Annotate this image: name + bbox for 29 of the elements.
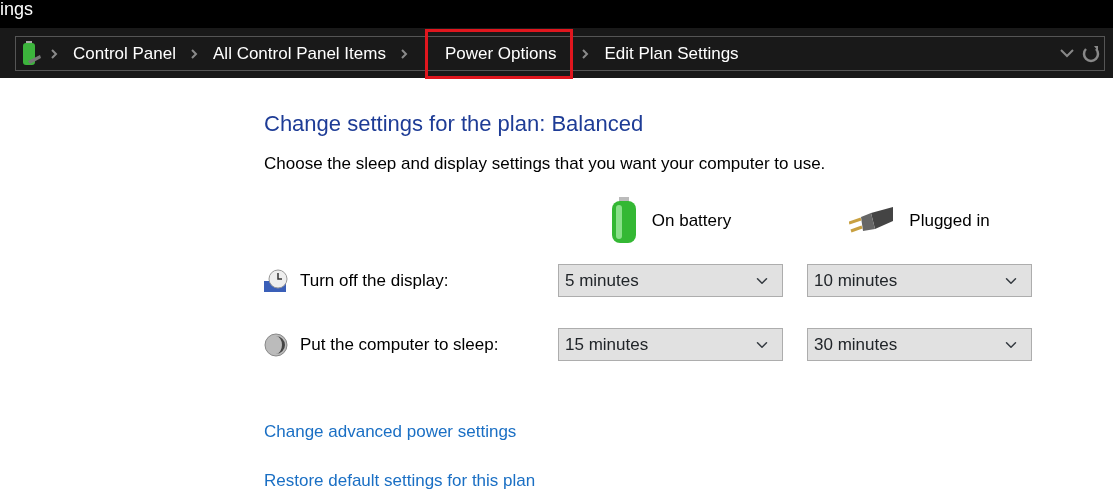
battery-icon <box>20 40 42 67</box>
chevron-icon <box>582 48 590 59</box>
column-label: On battery <box>651 210 732 233</box>
dropdown-field[interactable]: 5 minutes <box>558 264 783 298</box>
dropdown-field[interactable]: 15 minutes <box>558 328 783 362</box>
settings-link[interactable]: Restore default settings for this plan <box>264 468 536 494</box>
breadcrumb-item[interactable]: Control Panel <box>67 37 182 70</box>
refresh-icon[interactable] <box>1082 44 1100 63</box>
plug-icon <box>849 206 896 235</box>
description-text: Choose the sleep and display settings that you want your computer to use. <box>264 153 827 176</box>
breadcrumb-item[interactable]: Power Options <box>424 28 574 79</box>
battery-icon <box>609 196 638 245</box>
setting-label: Turn off the display: <box>300 270 449 293</box>
setting-label: Put the computer to sleep: <box>300 334 499 357</box>
window-title: ings <box>0 0 1113 28</box>
clock-icon <box>264 268 288 293</box>
chevron-icon <box>191 48 198 59</box>
page-heading: Change settings for the plan: Balanced <box>264 111 645 138</box>
breadcrumb-item[interactable]: Edit Plan Settings <box>598 37 745 70</box>
column-label: Plugged in <box>909 210 990 233</box>
breadcrumb-item[interactable]: All Control Panel Items <box>207 37 392 70</box>
moon-icon <box>264 332 288 357</box>
chevron-icon <box>51 48 58 59</box>
address-bar[interactable]: Control Panel All Control Panel Items Power Options Edit Plan Settings <box>0 28 1113 78</box>
dropdown-field[interactable]: 10 minutes <box>807 264 1032 298</box>
dropdown-field[interactable]: 30 minutes <box>807 328 1032 362</box>
dropdown-icon[interactable] <box>1060 49 1074 58</box>
chevron-icon <box>400 48 408 59</box>
settings-link[interactable]: Change advanced power settings <box>264 418 517 445</box>
